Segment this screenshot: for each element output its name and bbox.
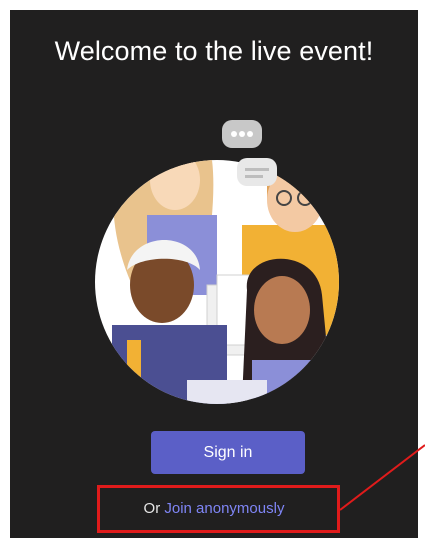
sign-in-button[interactable]: Sign in (151, 431, 305, 474)
annotation-highlight-box (97, 485, 340, 533)
screenshot-frame: Welcome to the live event! Sign in Or Jo… (0, 0, 425, 541)
people-illustration (95, 120, 339, 404)
page-title: Welcome to the live event! (54, 36, 374, 66)
annotation-arrow (339, 444, 425, 511)
